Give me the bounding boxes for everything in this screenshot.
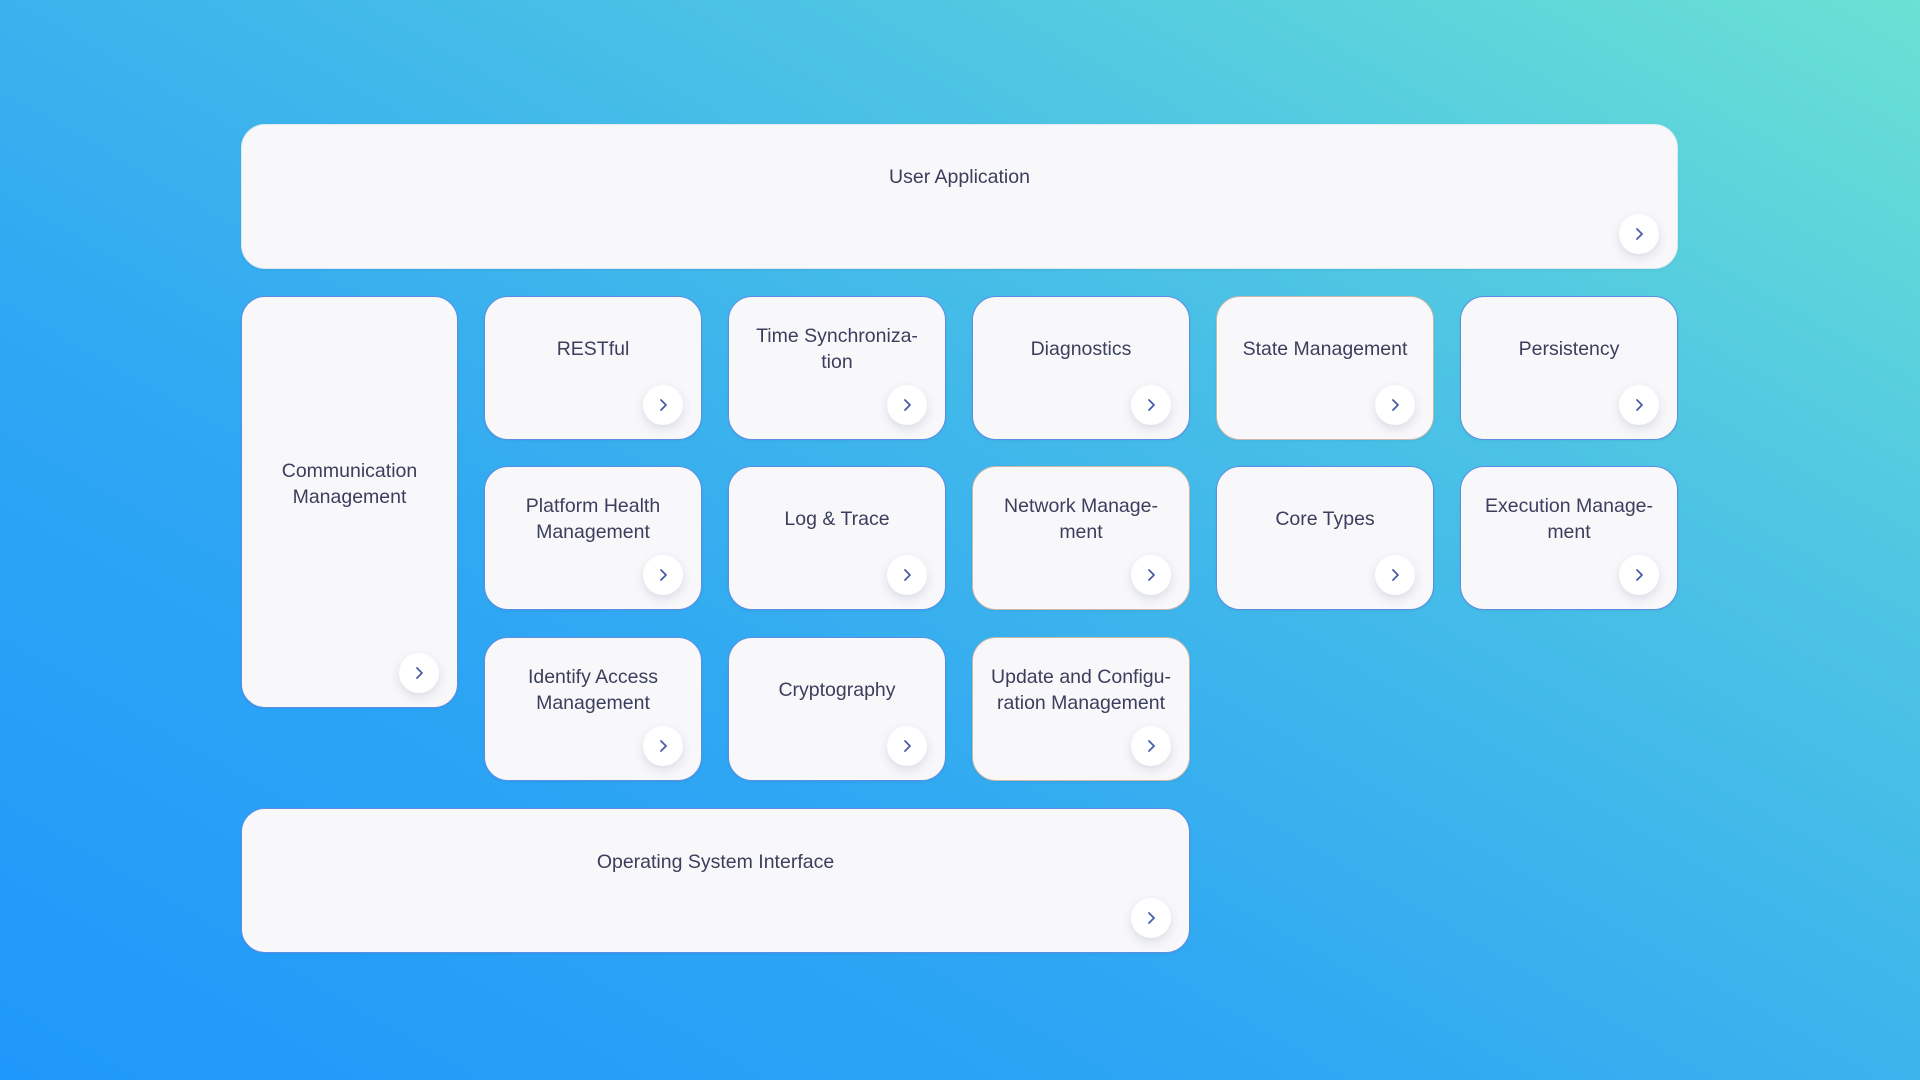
- chevron-right-icon: [1148, 569, 1155, 581]
- chevron-right-icon: [1636, 399, 1643, 411]
- module-card-network-management[interactable]: Network Manage- ment: [972, 466, 1190, 610]
- open-module-button[interactable]: [1131, 726, 1171, 766]
- chevron-right-icon: [1148, 399, 1155, 411]
- module-card-state-management[interactable]: State Management: [1216, 296, 1434, 440]
- card-label: User Application: [889, 166, 1030, 188]
- open-module-button[interactable]: [1375, 555, 1415, 595]
- user-application-card[interactable]: User Application: [241, 124, 1678, 269]
- card-label: Time Synchroniza- tion: [756, 325, 918, 373]
- open-module-button[interactable]: [887, 555, 927, 595]
- card-label: Platform Health Management: [525, 495, 661, 543]
- chevron-right-icon: [1392, 399, 1399, 411]
- card-label: Log & Trace: [784, 508, 890, 530]
- open-module-button[interactable]: [1375, 385, 1415, 425]
- module-card-diagnostics[interactable]: Diagnostics: [972, 296, 1190, 440]
- chevron-right-icon: [416, 667, 423, 679]
- card-label: Execution Manage- ment: [1484, 495, 1654, 543]
- card-label: Persistency: [1518, 338, 1620, 360]
- card-label: Identify Access Management: [527, 666, 659, 714]
- open-module-button[interactable]: [1619, 555, 1659, 595]
- card-label: Update and Configu- ration Management: [991, 666, 1171, 714]
- module-card-persistency[interactable]: Persistency: [1460, 296, 1678, 440]
- module-card-restful[interactable]: RESTful: [484, 296, 702, 440]
- chevron-right-icon: [660, 740, 667, 752]
- chevron-right-icon: [1636, 569, 1643, 581]
- module-card-core-types[interactable]: Core Types: [1216, 466, 1434, 610]
- open-module-button[interactable]: [643, 726, 683, 766]
- card-label: Cryptography: [778, 679, 896, 701]
- module-card-log-and-trace[interactable]: Log & Trace: [728, 466, 946, 610]
- open-module-button[interactable]: [643, 555, 683, 595]
- chevron-right-icon: [1392, 569, 1399, 581]
- open-module-button[interactable]: [887, 385, 927, 425]
- open-module-button[interactable]: [1131, 385, 1171, 425]
- operating-system-interface-card[interactable]: Operating System Interface: [241, 808, 1190, 953]
- communication-management-card[interactable]: Communication Management: [241, 296, 458, 708]
- open-communication-management-button[interactable]: [399, 653, 439, 693]
- card-label: Core Types: [1275, 508, 1375, 530]
- card-label: Operating System Interface: [596, 851, 835, 873]
- chevron-right-icon: [660, 569, 667, 581]
- open-module-button[interactable]: [1131, 555, 1171, 595]
- chevron-right-icon: [1148, 740, 1155, 752]
- chevron-right-icon: [1636, 228, 1643, 240]
- open-module-button[interactable]: [1619, 385, 1659, 425]
- open-user-application-button[interactable]: [1619, 214, 1659, 254]
- chevron-right-icon: [904, 569, 911, 581]
- chevron-right-icon: [1148, 912, 1155, 924]
- chevron-right-icon: [660, 399, 667, 411]
- open-operating-system-interface-button[interactable]: [1131, 898, 1171, 938]
- module-card-execution-management[interactable]: Execution Manage- ment: [1460, 466, 1678, 610]
- module-card-cryptography[interactable]: Cryptography: [728, 637, 946, 781]
- card-label: RESTful: [556, 338, 630, 360]
- card-label: Communication Management: [281, 460, 418, 508]
- card-label: State Management: [1242, 338, 1408, 360]
- chevron-right-icon: [904, 399, 911, 411]
- module-card-platform-health-management[interactable]: Platform Health Management: [484, 466, 702, 610]
- card-label: Network Manage- ment: [1004, 495, 1158, 543]
- module-card-update-and-configuration-management[interactable]: Update and Configu- ration Management: [972, 637, 1190, 781]
- card-label: Diagnostics: [1030, 338, 1132, 360]
- open-module-button[interactable]: [643, 385, 683, 425]
- chevron-right-icon: [904, 740, 911, 752]
- module-card-identify-access-management[interactable]: Identify Access Management: [484, 637, 702, 781]
- open-module-button[interactable]: [887, 726, 927, 766]
- module-card-time-synchronization[interactable]: Time Synchroniza- tion: [728, 296, 946, 440]
